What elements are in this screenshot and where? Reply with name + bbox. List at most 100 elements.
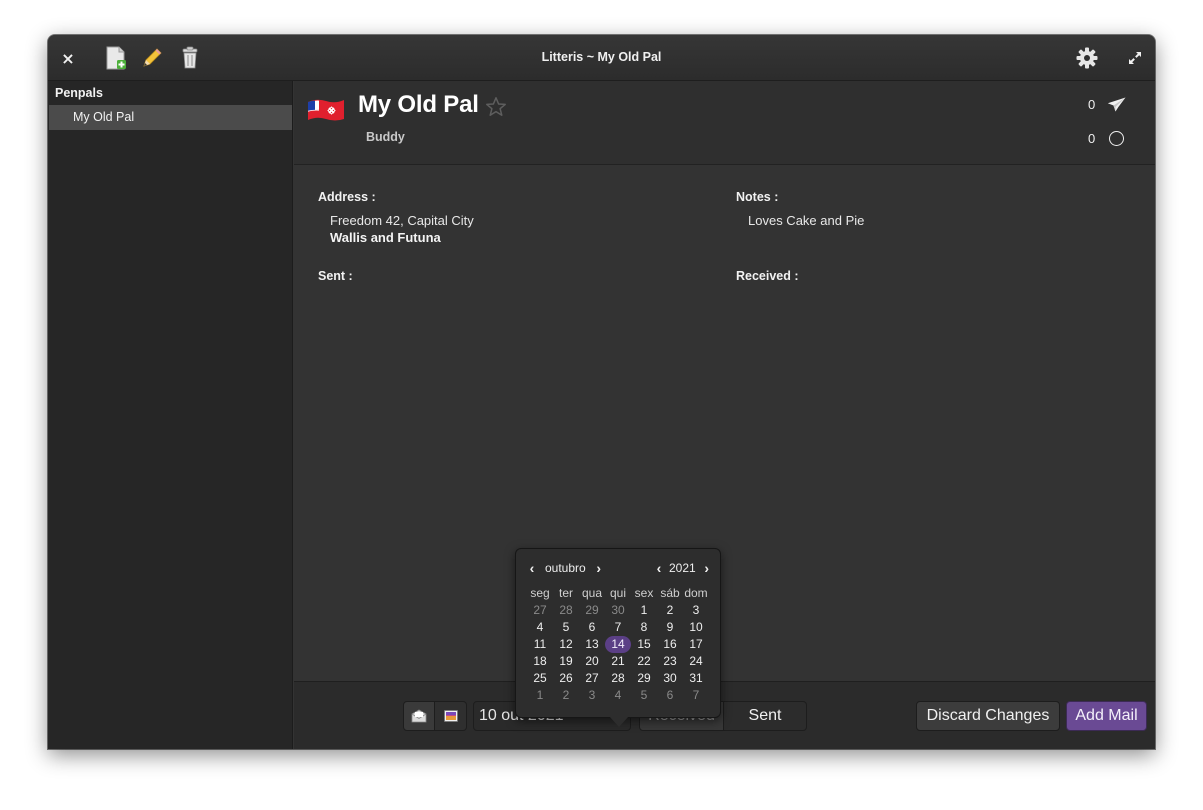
sidebar: Penpals My Old Pal — [48, 81, 293, 749]
year-label: 2021 — [669, 561, 696, 575]
window-title: Litteris ~ My Old Pal — [541, 50, 662, 64]
star-icon[interactable] — [485, 96, 507, 118]
calendar-day[interactable]: 30 — [605, 602, 631, 619]
sidebar-item-my-old-pal[interactable]: My Old Pal — [49, 105, 292, 130]
calendar-day[interactable]: 29 — [631, 670, 657, 687]
calendar-day[interactable]: 7 — [683, 687, 709, 704]
calendar-day[interactable]: 26 — [553, 670, 579, 687]
action-bar: 10 out 2021 Received Sent Discard Change… — [294, 681, 1155, 749]
weekday-header-row: seg ter qua qui sex sáb dom — [527, 585, 713, 602]
received-count: 0 — [1088, 131, 1096, 146]
sent-label: Sent : — [318, 269, 353, 283]
calendar-day[interactable]: 19 — [553, 653, 579, 670]
weekday-label: sáb — [660, 586, 680, 600]
calendar-day[interactable]: 24 — [683, 653, 709, 670]
calendar-day[interactable]: 21 — [605, 653, 631, 670]
calendar-day[interactable]: 18 — [527, 653, 553, 670]
weekday-label: qua — [581, 586, 603, 600]
calendar-day[interactable]: 20 — [579, 653, 605, 670]
calendar-day[interactable]: 12 — [553, 636, 579, 653]
main-pane: My Old Pal Buddy 0 0 Address : Freedom 4… — [294, 81, 1155, 749]
calendar-day[interactable]: 5 — [553, 619, 579, 636]
calendar-day[interactable]: 30 — [657, 670, 683, 687]
calendar-day[interactable]: 1 — [631, 602, 657, 619]
calendar-day[interactable]: 4 — [605, 687, 631, 704]
calendar-day[interactable]: 5 — [631, 687, 657, 704]
mail-type-toggle — [403, 701, 467, 731]
calendar-day[interactable]: 6 — [657, 687, 683, 704]
calendar-day[interactable]: 25 — [527, 670, 553, 687]
calendar-week-row: 4 5 6 7 8 9 10 — [527, 619, 713, 636]
calendar-day[interactable]: 2 — [553, 687, 579, 704]
sent-count: 0 — [1088, 97, 1096, 112]
calendar-day[interactable]: 8 — [631, 619, 657, 636]
letter-toggle-button[interactable] — [403, 701, 435, 731]
postcard-toggle-button[interactable] — [435, 701, 467, 731]
calendar-day[interactable]: 22 — [631, 653, 657, 670]
calendar-day[interactable]: 27 — [527, 602, 553, 619]
weekday-label: ter — [558, 586, 573, 600]
calendar-day[interactable]: 31 — [683, 670, 709, 687]
settings-button[interactable] — [1074, 45, 1100, 71]
fullscreen-icon — [1129, 52, 1141, 64]
calendar-day[interactable]: 7 — [605, 619, 631, 636]
calendar-week-row: 27 28 29 30 1 2 3 — [527, 602, 713, 619]
next-year-chevron-icon[interactable]: › — [701, 560, 713, 576]
fullscreen-button[interactable] — [1123, 46, 1147, 70]
wallis-futuna-flag-icon — [308, 99, 344, 121]
calendar-grid: seg ter qua qui sex sáb dom 27 28 29 30 … — [527, 585, 713, 704]
calendar-week-row: 18 19 20 21 22 23 24 — [527, 653, 713, 670]
selected-day-label: 14 — [611, 637, 625, 651]
calendar-day[interactable]: 3 — [683, 602, 709, 619]
discard-changes-button[interactable]: Discard Changes — [916, 701, 1060, 731]
month-label: outubro — [545, 561, 586, 575]
calendar-day[interactable]: 15 — [631, 636, 657, 653]
calendar-day[interactable]: 3 — [579, 687, 605, 704]
prev-month-chevron-icon[interactable]: ‹ — [526, 560, 538, 576]
sent-option-button[interactable]: Sent — [724, 701, 807, 731]
penpal-nickname: Buddy — [366, 130, 405, 144]
calendar-day[interactable]: 29 — [579, 602, 605, 619]
next-month-chevron-icon[interactable]: › — [593, 560, 605, 576]
calendar-popover: ‹ outubro › ‹ 2021 › seg ter qua qui sex… — [515, 548, 721, 718]
calendar-day[interactable]: 9 — [657, 619, 683, 636]
calendar-day[interactable]: 1 — [527, 687, 553, 704]
calendar-day[interactable]: 17 — [683, 636, 709, 653]
add-mail-button[interactable]: Add Mail — [1066, 701, 1147, 731]
weekday-label: dom — [684, 586, 708, 600]
calendar-day[interactable]: 28 — [553, 602, 579, 619]
weekday-label: qui — [609, 586, 626, 600]
popover-arrow — [609, 716, 629, 727]
calendar-day[interactable]: 23 — [657, 653, 683, 670]
calendar-day[interactable]: 11 — [527, 636, 553, 653]
weekday-label: sex — [634, 586, 654, 600]
circle-icon — [1109, 131, 1124, 146]
weekday-label: seg — [530, 586, 550, 600]
address-label: Address : — [318, 190, 376, 204]
paper-plane-icon — [1107, 97, 1126, 112]
calendar-day[interactable]: 27 — [579, 670, 605, 687]
notes-text: Loves Cake and Pie — [748, 213, 865, 228]
calendar-week-row: 25 26 27 28 29 30 31 — [527, 670, 713, 687]
envelope-icon — [411, 709, 427, 723]
calendar-day[interactable]: 2 — [657, 602, 683, 619]
calendar-day[interactable]: 6 — [579, 619, 605, 636]
calendar-day[interactable]: 28 — [605, 670, 631, 687]
month-navigator: ‹ outubro › — [526, 559, 605, 577]
address-country: Wallis and Futuna — [330, 230, 441, 245]
calendar-week-row: 1 2 3 4 5 6 7 — [527, 687, 713, 704]
gear-icon — [1076, 47, 1098, 69]
calendar-week-row: 11 12 13 14 15 16 17 — [527, 636, 713, 653]
address-line: Freedom 42, Capital City — [330, 213, 474, 228]
postcard-icon — [443, 710, 458, 722]
penpal-header: My Old Pal Buddy 0 0 — [294, 81, 1155, 165]
calendar-day[interactable]: 16 — [657, 636, 683, 653]
prev-year-chevron-icon[interactable]: ‹ — [653, 560, 665, 576]
calendar-day-selected[interactable]: 14 — [605, 636, 631, 653]
calendar-day[interactable]: 13 — [579, 636, 605, 653]
received-label: Received : — [736, 269, 799, 283]
calendar-day[interactable]: 4 — [527, 619, 553, 636]
penpal-name: My Old Pal — [358, 91, 479, 118]
sidebar-heading: Penpals — [55, 86, 103, 100]
calendar-day[interactable]: 10 — [683, 619, 709, 636]
